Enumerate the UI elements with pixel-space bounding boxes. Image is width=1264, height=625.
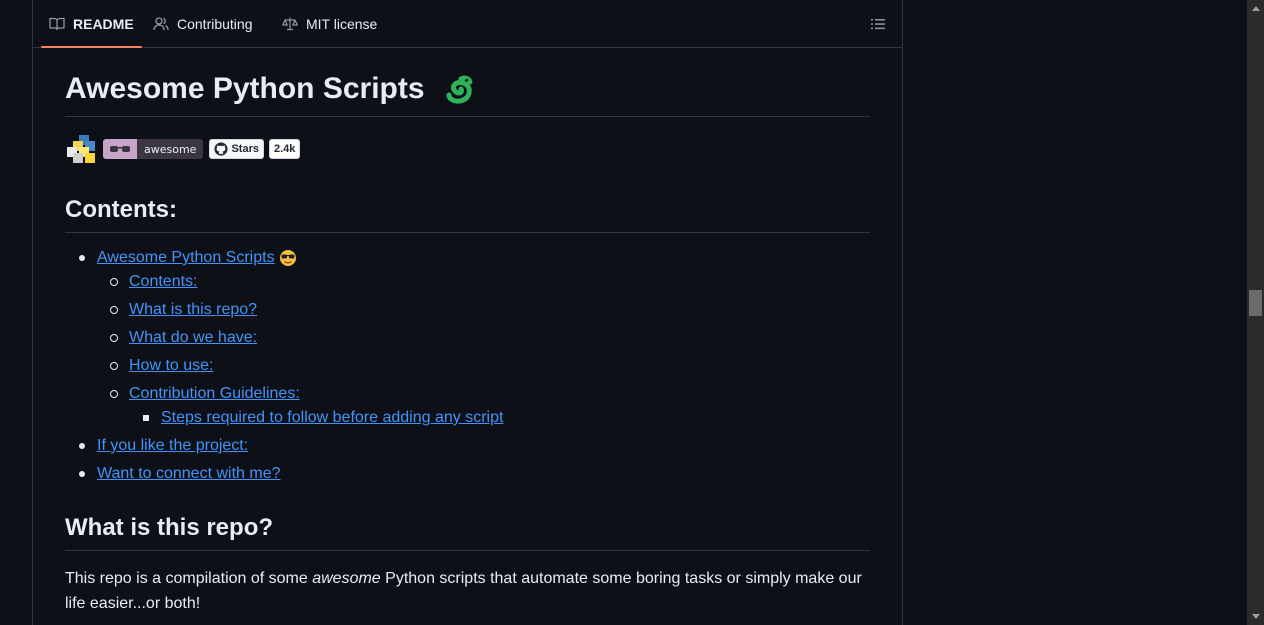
intro-paragraph: This repo is a compilation of some aweso… — [65, 566, 870, 616]
github-stars-badge[interactable]: Stars 2.4k — [209, 139, 301, 159]
bullet-circle — [110, 390, 118, 398]
python-logo-icon[interactable] — [65, 133, 99, 165]
page-scrollbar[interactable] — [1247, 0, 1264, 625]
scroll-up-arrow-icon[interactable] — [1247, 0, 1264, 17]
bullet-circle — [110, 362, 118, 370]
toc-item: What do we have: — [65, 326, 870, 350]
stars-button[interactable]: Stars — [209, 139, 264, 159]
stars-label: Stars — [231, 143, 259, 155]
toc-item: If you like the project: — [65, 434, 870, 458]
readme-tabs: README Contributing MIT license — [33, 0, 902, 48]
toc-link-contents[interactable]: Contents: — [129, 273, 197, 290]
readme-panel: README Contributing MIT license Awesome … — [32, 0, 903, 625]
toc-item: Want to connect with me? — [65, 462, 870, 486]
toc-link-contribution-guidelines[interactable]: Contribution Guidelines: — [129, 385, 300, 402]
scroll-down-arrow-icon[interactable] — [1247, 608, 1264, 625]
toc-item: Awesome Python Scripts — [65, 246, 870, 270]
scrollbar-thumb[interactable] — [1249, 290, 1262, 316]
tab-readme[interactable]: README — [41, 0, 142, 48]
law-icon — [282, 17, 298, 30]
bullet-square — [143, 415, 149, 421]
what-is-this-repo-heading: What is this repo? — [65, 513, 870, 551]
toc-link-text: Awesome Python Scripts — [97, 249, 275, 266]
toc-link-awesome-python-scripts[interactable]: Awesome Python Scripts — [97, 249, 297, 266]
toc-link-steps-required[interactable]: Steps required to follow before adding a… — [161, 409, 503, 426]
tab-license-label: MIT license — [306, 15, 378, 32]
toc-link-what-do-we-have[interactable]: What do we have: — [129, 329, 257, 346]
readme-title: Awesome Python Scripts — [65, 70, 870, 117]
awesome-badge-label: awesome — [137, 139, 204, 159]
contents-heading: Contents: — [65, 195, 870, 233]
people-icon — [153, 16, 169, 30]
github-icon — [214, 142, 229, 156]
intro-text: This repo is a compilation of some — [65, 570, 313, 587]
table-of-contents: Awesome Python Scripts Contents: What is… — [65, 246, 870, 486]
tab-license[interactable]: MIT license — [282, 0, 377, 47]
toc-link-how-to-use[interactable]: How to use: — [129, 357, 213, 374]
bullet-disc — [79, 443, 85, 449]
stars-count[interactable]: 2.4k — [268, 139, 301, 159]
tab-readme-label: README — [73, 15, 134, 32]
tab-contributing[interactable]: Contributing — [153, 0, 253, 47]
book-icon — [49, 17, 65, 30]
awesome-badge[interactable]: awesome — [103, 139, 204, 159]
bullet-circle — [110, 278, 118, 286]
bullet-disc — [79, 471, 85, 477]
toc-item: Steps required to follow before adding a… — [65, 406, 870, 430]
toc-item: What is this repo? — [65, 298, 870, 322]
bullet-circle — [110, 306, 118, 314]
toc-link-connect[interactable]: Want to connect with me? — [97, 465, 281, 482]
toc-link-what-is-this-repo[interactable]: What is this repo? — [129, 301, 257, 318]
toc-item: Contents: — [65, 270, 870, 294]
snake-emoji-icon — [446, 75, 473, 104]
sunglasses-emoji-icon — [279, 249, 296, 266]
readme-title-text: Awesome Python Scripts — [65, 72, 425, 105]
toc-link-if-you-like[interactable]: If you like the project: — [97, 437, 248, 454]
bullet-disc — [79, 255, 85, 261]
intro-emphasis: awesome — [312, 570, 381, 587]
tab-contributing-label: Contributing — [177, 15, 253, 32]
list-icon[interactable] — [870, 16, 886, 32]
toc-item: Contribution Guidelines: — [65, 382, 870, 406]
sunglasses-badge-icon — [103, 139, 137, 159]
badges-row: awesome Stars 2.4k — [65, 132, 301, 166]
bullet-circle — [110, 334, 118, 342]
toc-item: How to use: — [65, 354, 870, 378]
